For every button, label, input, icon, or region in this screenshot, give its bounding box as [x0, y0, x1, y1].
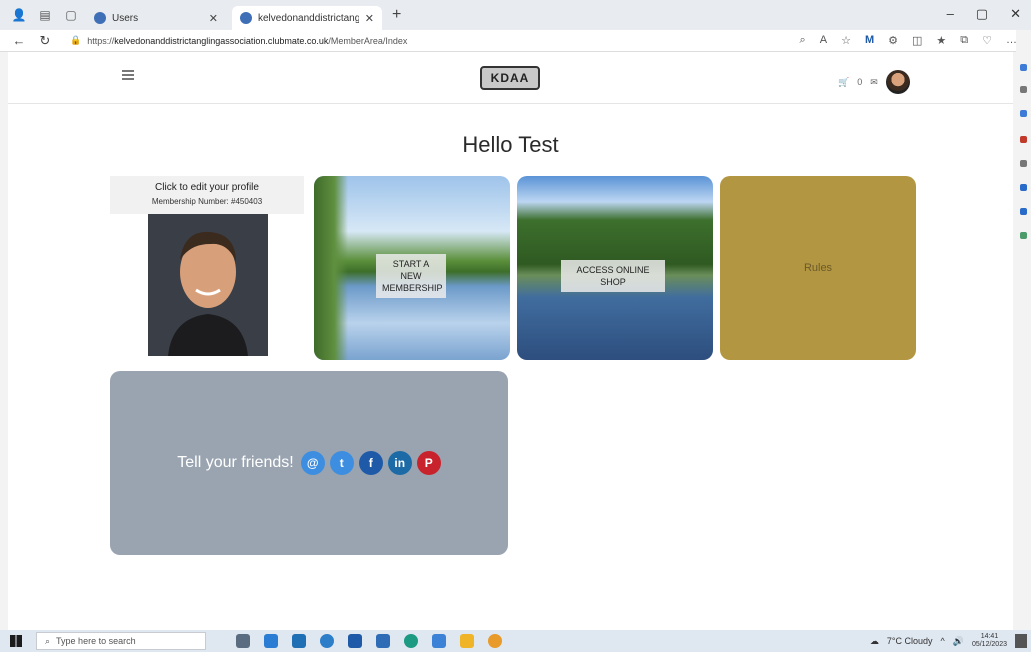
header-actions: 🛒 0 ✉ — [838, 70, 910, 94]
cloud-icon: ☁ — [869, 635, 879, 646]
sidebar-search-icon[interactable] — [1020, 86, 1027, 93]
network-app-icon[interactable] — [432, 634, 446, 648]
zoom-icon[interactable]: ⌕ — [800, 34, 806, 47]
search-placeholder: Type here to search — [56, 636, 136, 646]
back-button[interactable]: ← — [12, 33, 26, 48]
read-aloud-icon[interactable]: A — [820, 34, 827, 47]
tab-actions-icon[interactable]: ▢ — [64, 8, 78, 22]
new-membership-label: START A NEW MEMBERSHIP — [376, 254, 446, 298]
tray-chevron-icon[interactable]: ^ — [941, 636, 945, 646]
share-panel: Tell your friends! @ t f in P — [110, 371, 508, 555]
browser-toolbar: ⌕ A ☆ M ⚙ ◫ ★ ⧉ ♡ … — [800, 34, 1017, 47]
new-membership-tile[interactable]: START A NEW MEMBERSHIP — [314, 176, 510, 360]
page-title: Hello Test — [462, 132, 559, 157]
taskbar-apps — [236, 634, 502, 648]
site-favicon-icon — [94, 12, 106, 24]
url-field[interactable]: 🔒 https://kelvedonanddistrictanglingasso… — [70, 35, 710, 46]
url-prefix: https:// — [87, 35, 115, 46]
basket-icon[interactable]: 🛒 — [838, 77, 849, 88]
taskbar: ⌕ Type here to search ☁ 7°C Cloudy ^ 🔊 1… — [0, 630, 1031, 652]
profile-photo-image — [148, 214, 268, 356]
profile-header: Click to edit your profile Membership Nu… — [110, 176, 304, 214]
system-tray: ☁ 7°C Cloudy ^ 🔊 14:41 05/12/2023 — [870, 633, 1007, 649]
profile-icon[interactable]: 👤 — [12, 8, 27, 22]
collections-toolbar-icon[interactable]: ⧉ — [960, 34, 968, 47]
user-avatar[interactable] — [885, 70, 910, 94]
close-window-button[interactable]: ✕ — [1010, 6, 1021, 22]
kdaa-logo[interactable]: KDAA — [480, 66, 540, 90]
rules-tile[interactable]: Rules — [720, 176, 916, 360]
edit-profile-link[interactable]: Click to edit your profile — [110, 182, 304, 193]
share-text: Tell your friends! — [177, 454, 294, 471]
browser-tab-strip: 👤 ▤ ▢ Users ✕ kelvedonanddistrictangling… — [0, 0, 1031, 30]
linkedin-icon[interactable]: in — [387, 451, 412, 475]
file-explorer-icon[interactable] — [460, 634, 474, 648]
lock-icon: 🔒 — [70, 35, 82, 45]
online-shop-label: ACCESS ONLINE SHOP — [561, 260, 665, 292]
twitter-icon[interactable]: t — [329, 451, 354, 475]
site-favicon-icon — [240, 12, 252, 24]
hamburger-menu-icon[interactable] — [122, 70, 134, 80]
notification-icon[interactable] — [1015, 634, 1027, 648]
app-l-icon[interactable] — [348, 634, 362, 648]
sidebar-people-icon[interactable] — [1020, 160, 1027, 167]
clock-time: 14:41 — [980, 633, 999, 640]
basket-count: 0 — [857, 77, 863, 87]
restore-button[interactable]: ▢ — [976, 6, 988, 22]
close-tab-icon[interactable]: ✕ — [209, 12, 218, 25]
sidebar-copilot-icon[interactable] — [1020, 64, 1027, 71]
clock-date: 05/12/2023 — [971, 641, 1007, 648]
facebook-icon[interactable]: f — [358, 451, 383, 475]
address-bar: ← ↻ 🔒 https://kelvedonanddistrictangling… — [0, 30, 1031, 52]
url-host: kelvedonanddistrictanglingassociation.cl… — [114, 35, 329, 46]
edge-dev-icon[interactable] — [404, 634, 418, 648]
collections-icon[interactable]: ▤ — [38, 8, 52, 22]
window-controls: – ▢ ✕ — [947, 6, 1021, 22]
volume-icon[interactable]: 🔊 — [953, 636, 964, 647]
online-shop-tile[interactable]: ACCESS ONLINE SHOP — [517, 176, 713, 360]
mail-icon[interactable]: ✉ — [870, 77, 878, 88]
sidebar-office-icon[interactable] — [1020, 184, 1027, 191]
tab-kdaa[interactable]: kelvedonanddistrictanglingassoci ✕ — [232, 6, 382, 30]
tab-title: kelvedonanddistrictanglingassoci — [258, 12, 359, 24]
search-icon: ⌕ — [45, 635, 51, 646]
page-viewport: KDAA 🛒 0 ✉ Hello Test Click to edit your… — [8, 52, 1013, 630]
close-tab-icon[interactable]: ✕ — [365, 12, 374, 25]
app-calendar-icon[interactable] — [376, 634, 390, 648]
performance-icon[interactable]: ♡ — [982, 34, 992, 47]
profile-photo[interactable] — [148, 214, 268, 356]
windows-start-icon[interactable] — [10, 635, 22, 647]
sidebar-drop-icon[interactable] — [1020, 232, 1027, 239]
tile-tree-decoration — [314, 176, 348, 360]
browser-sidebar — [1016, 30, 1031, 630]
refresh-button[interactable]: ↻ — [38, 33, 52, 49]
tab-users[interactable]: Users ✕ — [86, 6, 226, 30]
favorite-star-icon[interactable]: ☆ — [841, 34, 851, 47]
chrome-app-icon[interactable] — [488, 634, 502, 648]
favorites-icon[interactable]: ★ — [936, 34, 946, 47]
split-screen-icon[interactable]: ◫ — [912, 34, 922, 47]
rules-label: Rules — [803, 262, 833, 274]
todo-icon[interactable] — [264, 634, 278, 648]
task-view-icon[interactable] — [236, 634, 250, 648]
extension-m-icon[interactable]: M — [865, 34, 874, 47]
extensions-icon[interactable]: ⚙ — [888, 34, 898, 47]
new-tab-button[interactable]: + — [392, 6, 401, 24]
sidebar-tag-icon[interactable] — [1020, 110, 1027, 117]
tab-title: Users — [112, 12, 139, 24]
taskbar-search[interactable]: ⌕ Type here to search — [36, 632, 206, 650]
membership-number: Membership Number: #450403 — [151, 197, 263, 206]
edge-app-icon[interactable] — [320, 634, 334, 648]
clock[interactable]: 14:41 05/12/2023 — [972, 633, 1007, 649]
sidebar-outlook-icon[interactable] — [1020, 208, 1027, 215]
pinterest-icon[interactable]: P — [416, 451, 441, 475]
mail-app-icon[interactable] — [292, 634, 306, 648]
minimize-button[interactable]: – — [947, 6, 954, 22]
profile-card[interactable]: Click to edit your profile Membership Nu… — [110, 176, 304, 356]
site-header: KDAA 🛒 0 ✉ — [8, 52, 1013, 104]
email-icon[interactable]: @ — [300, 451, 325, 475]
url-path: /MemberArea/Index — [328, 35, 408, 46]
sidebar-tools-icon[interactable] — [1020, 136, 1027, 143]
weather-text[interactable]: 7°C Cloudy — [887, 636, 933, 646]
